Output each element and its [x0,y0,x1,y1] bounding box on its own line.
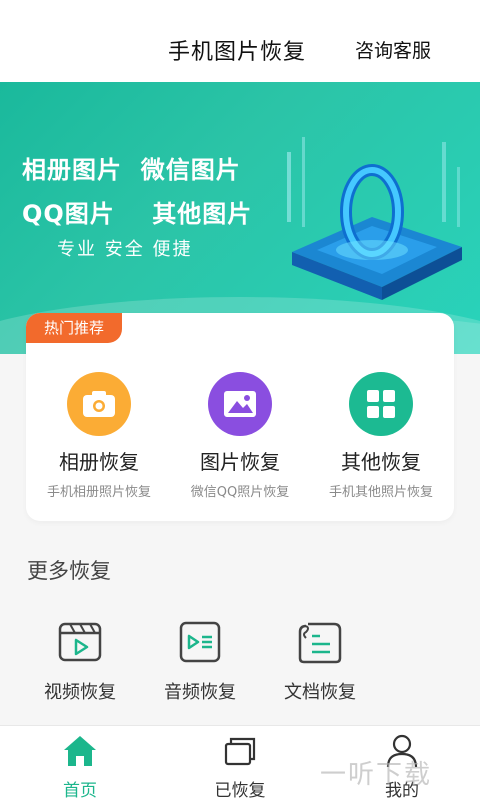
video-recovery-item[interactable]: 视频恢复 [30,618,130,704]
feature-name: 图片恢复 [200,450,280,474]
audio-icon [179,621,221,663]
banner-headline-1: 相册图片 微信图片 [22,156,241,184]
tab-home[interactable]: 首页 [30,734,130,800]
feature-name: 其他恢复 [341,450,421,474]
image-icon [208,372,272,436]
feature-desc: 手机相册照片恢复 [46,485,151,500]
more-item-label: 文档恢复 [284,682,356,703]
feature-other-recovery[interactable]: 其他恢复 手机其他照片恢复 [306,372,456,500]
feature-image-recovery[interactable]: 图片恢复 微信QQ照片恢复 [165,372,315,500]
page-title: 手机图片恢复 [168,40,307,65]
watermark: 一听下载 [320,760,433,790]
video-icon [58,622,102,662]
more-item-label: 音频恢复 [164,682,236,703]
tab-label: 已恢复 [214,781,266,800]
more-recovery-title: 更多恢复 [27,559,111,583]
more-item-label: 视频恢复 [44,682,116,703]
feature-name: 相册恢复 [59,450,139,474]
recovered-icon [224,737,256,766]
recovery-illustration [287,137,462,300]
banner-slogan: 专业 安全 便捷 [57,239,193,260]
home-icon [64,736,96,766]
audio-recovery-item[interactable]: 音频恢复 [150,618,250,704]
app-header: 手机图片恢复 咨询客服 [0,0,480,82]
camera-icon [67,372,131,436]
banner-headline-2: QQ图片 其他图片 [22,200,253,228]
feature-desc: 微信QQ照片恢复 [190,485,290,500]
feature-album-recovery[interactable]: 相册恢复 手机相册照片恢复 [24,372,174,500]
tab-recovered[interactable]: 已恢复 [190,734,290,800]
grid-icon [349,372,413,436]
feature-desc: 手机其他照片恢复 [328,485,433,500]
hot-badge: 热门推荐 [26,313,122,343]
document-recovery-item[interactable]: 文档恢复 [270,618,370,704]
document-icon [298,622,342,664]
tab-label: 首页 [63,781,97,800]
customer-service-link[interactable]: 咨询客服 [355,36,431,63]
